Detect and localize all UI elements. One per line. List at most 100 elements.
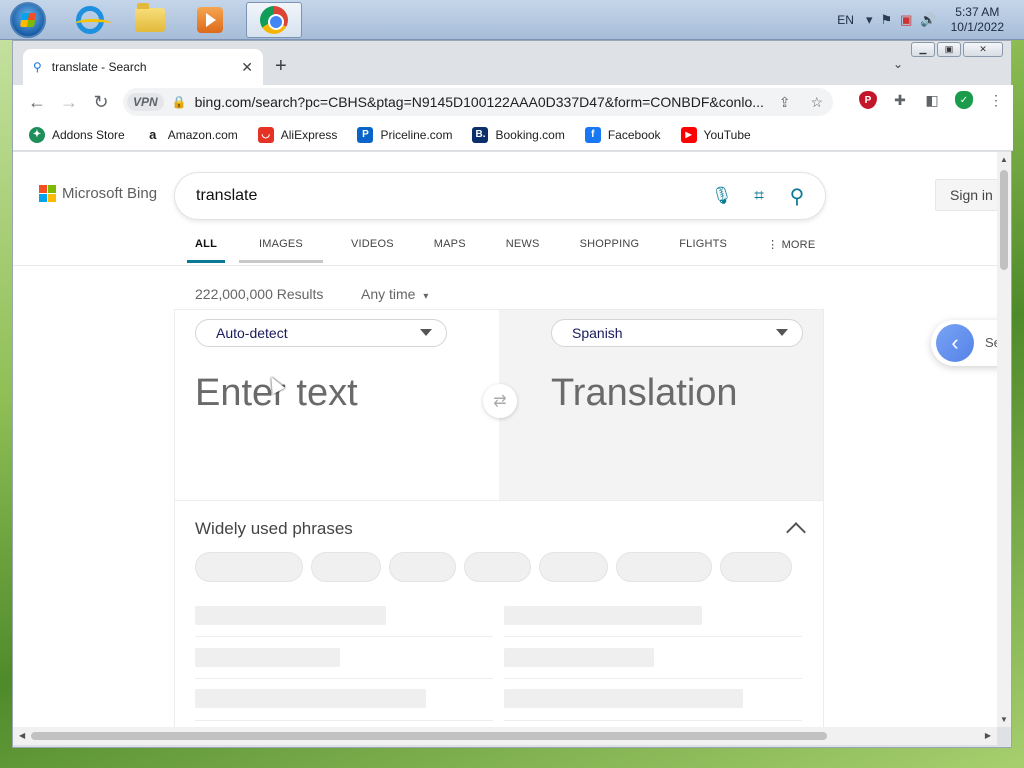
scroll-down-arrow-icon[interactable]: ▼ (1000, 715, 1008, 724)
folder-icon (135, 3, 165, 32)
scope-maps[interactable]: MAPS (422, 226, 478, 263)
taskbar-internet-explorer[interactable] (62, 2, 118, 38)
share-icon[interactable]: ⇪ (779, 94, 791, 111)
scope-flights[interactable]: FLIGHTS (667, 226, 739, 263)
phrase-chip[interactable] (195, 552, 303, 582)
extensions-puzzle-icon[interactable]: ✚ (891, 91, 909, 109)
scroll-up-arrow-icon[interactable]: ▲ (1000, 155, 1008, 164)
clock[interactable]: 5:37 AM 10/1/2022 (951, 5, 1004, 35)
sign-in-button[interactable]: Sign in (935, 179, 997, 211)
time-filter-dropdown[interactable]: Any time ▾ (361, 286, 428, 302)
system-tray: EN ▾ ⚑ ▣ 🔊 5:37 AM 10/1/2022 (837, 0, 1024, 40)
adblock-extension-icon[interactable]: P (859, 91, 877, 109)
bookmark-facebook[interactable]: f Facebook (584, 126, 661, 143)
bookmark-addons-store[interactable]: ✦ Addons Store (29, 126, 125, 143)
taskbar-chrome[interactable] (246, 2, 302, 38)
divider (195, 720, 493, 721)
windows-logo-icon (10, 2, 46, 38)
microsoft-logo-icon (39, 185, 56, 202)
language-indicator[interactable]: EN (837, 13, 854, 27)
booking-icon: B. (472, 126, 489, 143)
loading-placeholder (195, 689, 426, 708)
phrase-chip[interactable] (389, 552, 456, 582)
bookmark-booking[interactable]: B. Booking.com (472, 126, 565, 143)
swap-languages-icon[interactable]: ⇄ (483, 384, 517, 418)
forward-arrow-icon[interactable]: → (53, 92, 85, 113)
loading-placeholder (504, 648, 654, 667)
tab-search-chevron-icon[interactable]: ⌄ (893, 57, 903, 71)
close-tab-icon[interactable]: ✕ (241, 59, 253, 76)
scope-news[interactable]: NEWS (494, 226, 552, 263)
start-button[interactable] (6, 2, 50, 38)
bing-logo[interactable]: Microsoft Bing (39, 185, 157, 202)
scope-shopping[interactable]: SHOPPING (568, 226, 652, 263)
url-text[interactable]: bing.com/search?pc=CBHS&ptag=N9145D10012… (195, 94, 769, 110)
microphone-icon[interactable]: 🎙 (711, 186, 733, 206)
search-input[interactable]: translate (196, 187, 711, 205)
action-center-icon[interactable]: ⚑ (880, 12, 892, 28)
amazon-icon: a (144, 126, 161, 143)
bookmark-priceline[interactable]: P Priceline.com (357, 126, 452, 143)
vertical-scroll-thumb[interactable] (1000, 170, 1008, 270)
translator-card: Auto-detect Spanish Enter text Translati… (175, 310, 823, 727)
phrases-title: Widely used phrases (195, 519, 353, 538)
addons-store-icon: ✦ (29, 126, 45, 143)
side-panel-icon[interactable]: ◧ (923, 91, 941, 109)
network-disconnected-icon[interactable]: ▣ (900, 12, 912, 28)
horizontal-scroll-thumb[interactable] (31, 732, 827, 740)
dropdown-caret-icon: ▾ (423, 291, 429, 302)
facebook-icon: f (584, 126, 601, 143)
widely-used-phrases-header[interactable]: Widely used phrases (175, 500, 823, 552)
phrase-chip[interactable] (311, 552, 381, 582)
bing-results-page: Microsoft Bing translate 🎙 ⌗ ⚲ Sign in A… (13, 152, 997, 727)
bookmark-star-icon[interactable]: ☆ (810, 94, 823, 111)
target-language-select[interactable]: Spanish (551, 319, 803, 347)
chrome-menu-icon[interactable]: ⋮ (987, 91, 1005, 109)
tab-bing-search[interactable]: ⚲ translate - Search ✕ (23, 49, 263, 85)
scroll-right-arrow-icon[interactable]: ▶ (985, 731, 991, 740)
bookmark-aliexpress[interactable]: ◡ AliExpress (257, 126, 338, 143)
address-bar[interactable]: VPN 🔒 bing.com/search?pc=CBHS&ptag=N9145… (123, 88, 833, 116)
bookmark-youtube[interactable]: ▶ YouTube (680, 126, 751, 143)
scope-images[interactable]: IMAGES (238, 226, 323, 263)
vpn-badge[interactable]: VPN (127, 93, 164, 111)
security-shield-icon[interactable]: ✓ (955, 91, 973, 109)
bookmark-label: Amazon.com (167, 127, 238, 142)
volume-icon[interactable]: 🔊 (920, 12, 936, 28)
taskbar-media-player[interactable] (182, 2, 238, 38)
reload-icon[interactable]: ↻ (85, 92, 117, 113)
lock-icon[interactable]: 🔒 (172, 95, 187, 109)
phrase-chip[interactable] (616, 552, 712, 582)
divider (504, 720, 802, 721)
scope-more[interactable]: ⋮ MORE (755, 226, 827, 263)
chevron-up-icon[interactable] (786, 522, 806, 542)
phrase-chip[interactable] (539, 552, 608, 582)
divider (504, 636, 802, 637)
search-icon[interactable]: ⚲ (787, 184, 807, 209)
phrase-chip[interactable] (720, 552, 792, 582)
side-panel-toggle[interactable]: ‹ Se (931, 320, 997, 366)
scope-all[interactable]: ALL (183, 226, 229, 263)
bookmark-label: AliExpress (280, 127, 338, 142)
horizontal-scrollbar[interactable]: ◀ ▶ (13, 727, 997, 745)
bookmark-amazon[interactable]: a Amazon.com (144, 126, 238, 143)
visual-search-icon[interactable]: ⌗ (749, 186, 769, 206)
loading-placeholder (504, 606, 702, 625)
search-scopes: ALL IMAGES VIDEOS MAPS NEWS SHOPPING FLI… (183, 226, 827, 263)
phrase-chip[interactable] (464, 552, 531, 582)
tab-strip: ⚲ translate - Search ✕ + ⌄ (13, 41, 1013, 85)
taskbar-file-explorer[interactable] (122, 2, 178, 38)
caret-down-icon (776, 329, 788, 336)
new-tab-button[interactable]: + (275, 55, 287, 78)
scope-videos[interactable]: VIDEOS (339, 226, 406, 263)
source-language-select[interactable]: Auto-detect (195, 319, 447, 347)
back-arrow-icon[interactable]: ← (21, 92, 53, 113)
scroll-left-arrow-icon[interactable]: ◀ (19, 731, 25, 740)
caret-down-icon (420, 329, 432, 336)
aliexpress-icon: ◡ (257, 126, 274, 143)
search-box[interactable]: translate 🎙 ⌗ ⚲ (175, 173, 825, 219)
vertical-scrollbar[interactable]: ▲ ▼ (997, 152, 1011, 727)
side-panel-label: Se (985, 335, 997, 350)
show-hidden-icons-icon[interactable]: ▾ (866, 12, 873, 28)
bing-brand-text: Microsoft Bing (62, 185, 158, 202)
